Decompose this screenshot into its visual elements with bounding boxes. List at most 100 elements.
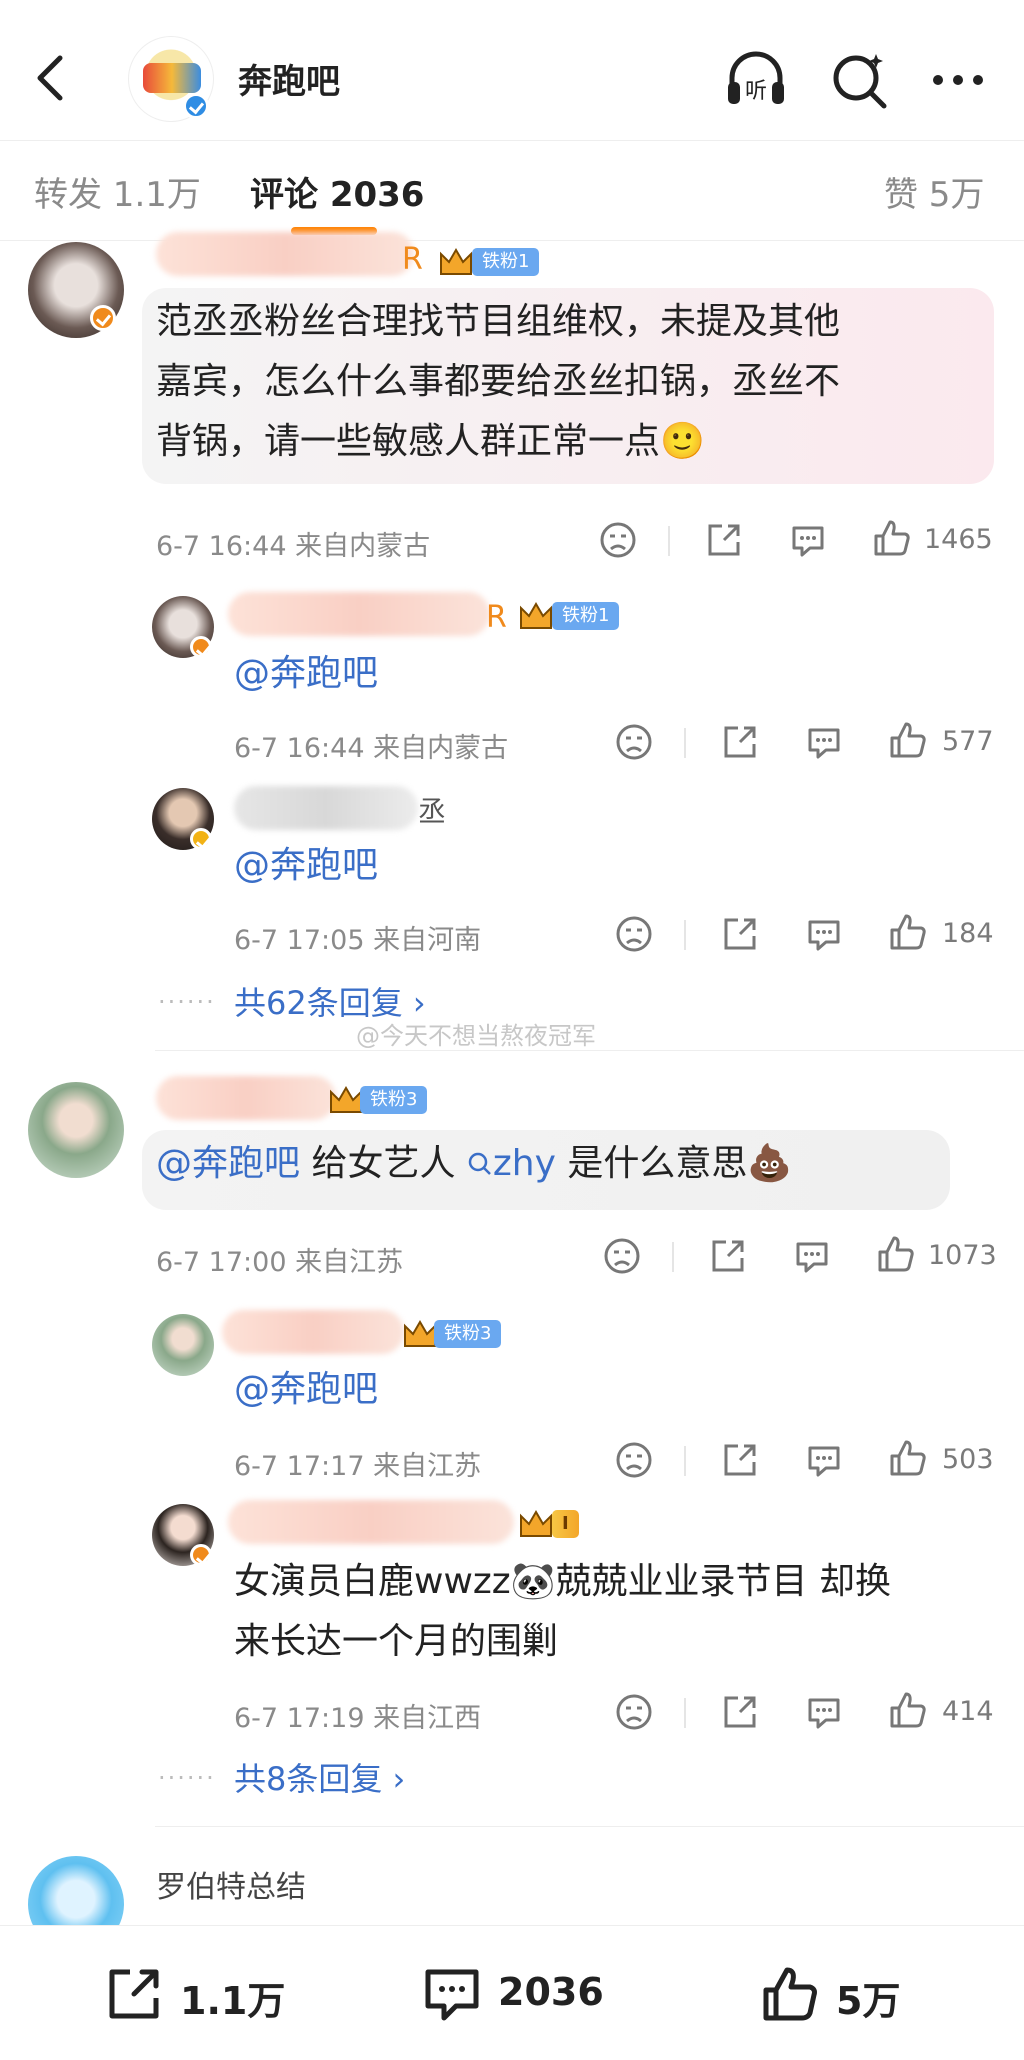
reply-icon[interactable] <box>804 722 844 762</box>
search-icon <box>468 1152 491 1175</box>
tab-bar: 转发 1.1万 评论 2036 赞 5万 <box>0 140 1024 241</box>
search-icon[interactable] <box>828 48 892 112</box>
like-icon[interactable] <box>888 1690 928 1730</box>
crown-icon <box>330 1086 362 1113</box>
search-keyword-link[interactable]: zhy <box>467 1143 556 1184</box>
like-icon[interactable] <box>876 1234 916 1274</box>
divider <box>155 1826 1024 1827</box>
comment-text-line: 背锅，请一些敏感人群正常一点🙂 <box>156 421 705 462</box>
divider <box>672 1242 674 1272</box>
fan-badge: 铁粉3 <box>360 1086 428 1114</box>
tab-likes[interactable]: 赞 5万 <box>884 167 984 216</box>
username-blurred[interactable] <box>222 1310 404 1354</box>
username[interactable]: R <box>402 242 423 277</box>
more-replies-link[interactable]: 共8条回复 › <box>234 1754 405 1800</box>
reply-icon[interactable] <box>804 1692 844 1732</box>
share-icon[interactable] <box>708 1236 748 1276</box>
reply-icon[interactable] <box>788 520 828 560</box>
username[interactable]: R <box>486 600 507 635</box>
fan-badge: I <box>552 1510 579 1538</box>
share-icon[interactable] <box>720 1440 760 1480</box>
comment-text-part: 给女艺人 <box>300 1143 467 1184</box>
thread-dots: ······ <box>158 988 216 1016</box>
repost-button[interactable]: 1.1万 <box>104 1964 294 2024</box>
reply-text[interactable]: @奔跑吧 <box>234 836 378 896</box>
comment-text-line: 范丞丞粉丝合理找节目组维权，未提及其他 <box>156 301 841 342</box>
crown-icon <box>520 602 552 629</box>
divider <box>0 240 1024 241</box>
page-title: 奔跑吧 <box>238 62 340 102</box>
reply-text-line: 女演员白鹿wwzz🐼兢兢业业录节目 却换 <box>234 1561 891 1602</box>
crown-icon <box>440 248 472 275</box>
avatar[interactable] <box>152 1314 214 1376</box>
tab-comments[interactable]: 评论 2036 <box>250 167 424 216</box>
username[interactable]: 罗伯特总结 <box>156 1862 306 1906</box>
like-count: 414 <box>942 1696 994 1727</box>
like-icon[interactable] <box>888 912 928 952</box>
comment-text: @奔跑吧 给女艺人 zhy 是什么意思💩 <box>156 1134 792 1194</box>
reply-text[interactable]: @奔跑吧 <box>234 644 378 704</box>
dislike-icon[interactable] <box>602 1236 642 1276</box>
like-icon[interactable] <box>888 720 928 760</box>
reply-meta: 6-7 17:19 来自江西 <box>234 1703 482 1734</box>
avatar[interactable] <box>28 1082 124 1178</box>
repost-icon <box>109 1969 159 2019</box>
more-icon[interactable] <box>926 48 990 112</box>
dislike-icon[interactable] <box>614 914 654 954</box>
like-count: 184 <box>942 918 994 949</box>
reply-meta: 6-7 17:17 来自江苏 <box>234 1451 482 1482</box>
divider <box>684 1698 686 1728</box>
crown-icon <box>404 1320 436 1347</box>
top-navigation-bar: 奔跑吧 听 <box>0 0 1024 140</box>
comment-meta: 6-7 17:00 来自江苏 <box>156 1247 404 1278</box>
reply-text[interactable]: @奔跑吧 <box>234 1360 378 1420</box>
crown-icon <box>520 1510 552 1537</box>
like-button[interactable]: 5万 <box>760 1964 940 2024</box>
thread-dots: ······ <box>158 1764 216 1792</box>
dislike-icon[interactable] <box>598 520 638 560</box>
username-blurred[interactable] <box>228 1500 514 1544</box>
share-icon[interactable] <box>720 1692 760 1732</box>
share-icon[interactable] <box>720 722 760 762</box>
fan-badge: 铁粉1 <box>472 248 540 276</box>
like-count: 1465 <box>924 524 993 555</box>
fan-badge: 铁粉3 <box>434 1320 502 1348</box>
dislike-icon[interactable] <box>614 1692 654 1732</box>
comment-text-part: 是什么意思💩 <box>555 1143 793 1184</box>
divider <box>684 1446 686 1476</box>
like-count: 5万 <box>836 1979 901 2023</box>
tab-repost[interactable]: 转发 1.1万 <box>34 167 201 216</box>
comment-button[interactable]: 2036 <box>422 1964 632 2024</box>
comment-icon <box>425 1969 479 2021</box>
username-blurred[interactable] <box>228 592 490 636</box>
like-icon[interactable] <box>888 1438 928 1478</box>
username-blurred[interactable] <box>156 1076 336 1120</box>
watermark: @今天不想当熬夜冠军 <box>356 1022 596 1050</box>
reply-icon[interactable] <box>792 1236 832 1276</box>
verified-badge-icon <box>190 828 212 850</box>
share-icon[interactable] <box>720 914 760 954</box>
divider <box>684 920 686 950</box>
verified-badge-icon <box>190 636 212 658</box>
like-icon <box>763 1967 817 2021</box>
bottom-action-bar: 1.1万 2036 5万 <box>0 1925 1024 2060</box>
repost-count: 1.1万 <box>180 1979 286 2023</box>
username-blurred[interactable] <box>234 786 418 830</box>
fan-badge: 铁粉1 <box>552 602 620 630</box>
back-icon[interactable] <box>26 52 78 104</box>
mention-link[interactable]: @奔跑吧 <box>156 1143 300 1184</box>
dislike-icon[interactable] <box>614 722 654 762</box>
like-count: 503 <box>942 1444 994 1475</box>
share-icon[interactable] <box>704 520 744 560</box>
listen-icon[interactable]: 听 <box>724 48 788 112</box>
like-count: 1073 <box>928 1240 997 1271</box>
username[interactable]: 丞 <box>418 790 446 830</box>
listen-label: 听 <box>745 79 767 104</box>
reply-icon[interactable] <box>804 914 844 954</box>
dislike-icon[interactable] <box>614 1440 654 1480</box>
comment-count: 2036 <box>498 1970 604 2014</box>
reply-icon[interactable] <box>804 1440 844 1480</box>
username-blurred[interactable] <box>156 232 414 276</box>
like-icon[interactable] <box>872 518 912 558</box>
reply-meta: 6-7 17:05 来自河南 <box>234 925 482 956</box>
